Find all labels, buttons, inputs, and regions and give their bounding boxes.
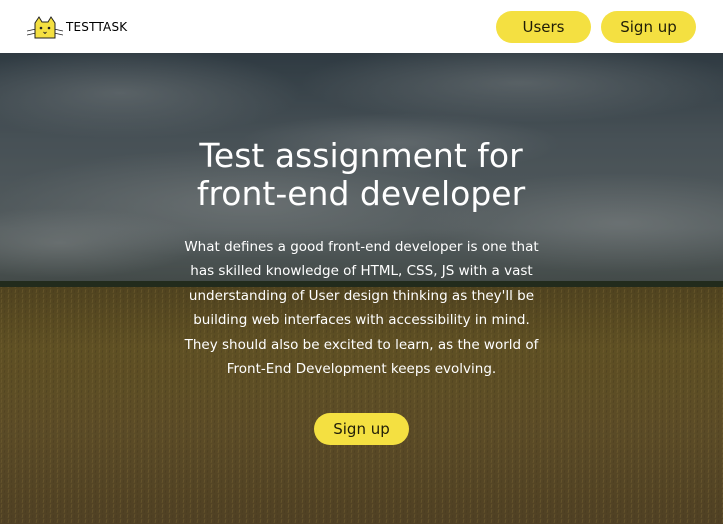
hero-signup-button[interactable]: Sign up: [314, 413, 409, 445]
hero-content: Test assignment for front-end developer …: [0, 53, 723, 524]
hero-section: Test assignment for front-end developer …: [0, 53, 723, 524]
logo[interactable]: TESTTASK: [27, 14, 127, 40]
main-nav: Users Sign up: [496, 10, 696, 43]
hero-description: What defines a good front-end developer …: [184, 239, 539, 378]
header-signup-button[interactable]: Sign up: [601, 10, 696, 43]
cat-icon: [27, 15, 63, 38]
logo-text: TESTTASK: [66, 19, 128, 34]
page: TESTTASK Users Sign up Test assignment f…: [0, 0, 723, 524]
users-button[interactable]: Users: [496, 10, 591, 43]
site-header: TESTTASK Users Sign up: [0, 0, 723, 53]
hero-title: Test assignment for front-end developer: [196, 136, 526, 213]
